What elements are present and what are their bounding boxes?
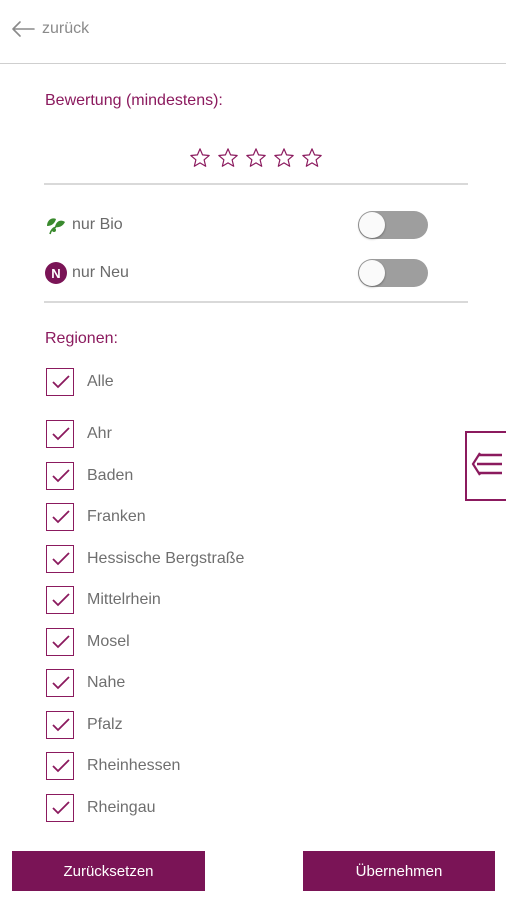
region-checkbox-row[interactable]: Mosel <box>46 628 130 656</box>
toggle-label-bio: nur Bio <box>72 216 123 233</box>
divider <box>44 301 468 303</box>
apply-button[interactable]: Übernehmen <box>303 851 495 891</box>
checkbox[interactable] <box>46 503 74 531</box>
checkbox[interactable] <box>46 628 74 656</box>
star-icon[interactable] <box>189 147 211 169</box>
checkbox[interactable] <box>46 711 74 739</box>
region-checkbox-row[interactable]: Nahe <box>46 669 125 697</box>
region-checkbox-row[interactable]: Rheinhessen <box>46 752 180 780</box>
menu-collapse-icon <box>471 450 503 483</box>
star-icon[interactable] <box>245 147 267 169</box>
star-icon[interactable] <box>301 147 323 169</box>
back-label: zurück <box>42 20 90 37</box>
region-checkbox-row[interactable]: Franken <box>46 503 146 531</box>
checkmark-icon <box>52 375 70 389</box>
star-icon[interactable] <box>273 147 295 169</box>
reset-button[interactable]: Zurücksetzen <box>12 851 205 891</box>
checkmark-icon <box>52 635 70 649</box>
checkmark-icon <box>52 801 70 815</box>
toggle-row-neu: N nur Neu <box>44 258 428 288</box>
region-label: Mosel <box>87 633 130 650</box>
checkbox[interactable] <box>46 420 74 448</box>
region-label: Franken <box>87 508 146 525</box>
checkbox[interactable] <box>46 752 74 780</box>
checkmark-icon <box>52 593 70 607</box>
region-checkbox-row[interactable]: Hessische Bergstraße <box>46 545 244 573</box>
toggle-row-bio: nur Bio <box>44 210 428 240</box>
region-label: Baden <box>87 467 134 484</box>
region-checkbox-row[interactable]: Baden <box>46 462 133 490</box>
region-label: Ahr <box>87 425 112 442</box>
region-label: Hessische Bergstraße <box>87 550 245 567</box>
region-checkbox-row[interactable]: Rheingau <box>46 794 156 822</box>
region-label: Pfalz <box>87 716 123 733</box>
region-label: Nahe <box>87 674 126 691</box>
rating-title: Bewertung (mindestens): <box>45 92 223 109</box>
region-checkbox-all[interactable]: Alle <box>46 368 114 396</box>
checkmark-icon <box>52 676 70 690</box>
toggle-knob <box>359 260 385 286</box>
region-label: Rheinhessen <box>87 757 181 774</box>
checkmark-icon <box>52 510 70 524</box>
region-label: Alle <box>87 373 114 390</box>
checkmark-icon <box>52 427 70 441</box>
bio-leaf-icon <box>44 213 68 237</box>
checkbox[interactable] <box>46 545 74 573</box>
toggle-label-neu: nur Neu <box>72 264 129 281</box>
regions-title: Regionen: <box>45 330 118 347</box>
divider <box>44 183 468 185</box>
checkbox[interactable] <box>46 794 74 822</box>
region-checkbox-row[interactable]: Ahr <box>46 420 112 448</box>
toggle-knob <box>359 212 385 238</box>
star-icon[interactable] <box>217 147 239 169</box>
checkmark-icon <box>52 718 70 732</box>
top-bar: zurück <box>0 0 506 64</box>
back-button[interactable]: zurück <box>10 20 89 38</box>
checkmark-icon <box>52 759 70 773</box>
checkbox[interactable] <box>46 368 74 396</box>
neu-toggle-switch[interactable] <box>358 259 428 287</box>
region-label: Rheingau <box>87 799 156 816</box>
checkmark-icon <box>52 469 70 483</box>
region-label: Mittelrhein <box>87 591 161 608</box>
region-checkbox-row[interactable]: Mittelrhein <box>46 586 161 614</box>
bio-toggle-switch[interactable] <box>358 211 428 239</box>
arrow-left-icon <box>10 20 36 38</box>
side-menu-handle[interactable] <box>465 431 506 501</box>
checkbox[interactable] <box>46 462 74 490</box>
neu-badge-icon: N <box>45 262 67 284</box>
star-rating <box>189 147 323 169</box>
checkmark-icon <box>52 552 70 566</box>
checkbox[interactable] <box>46 669 74 697</box>
region-checkbox-row[interactable]: Pfalz <box>46 711 123 739</box>
checkbox[interactable] <box>46 586 74 614</box>
